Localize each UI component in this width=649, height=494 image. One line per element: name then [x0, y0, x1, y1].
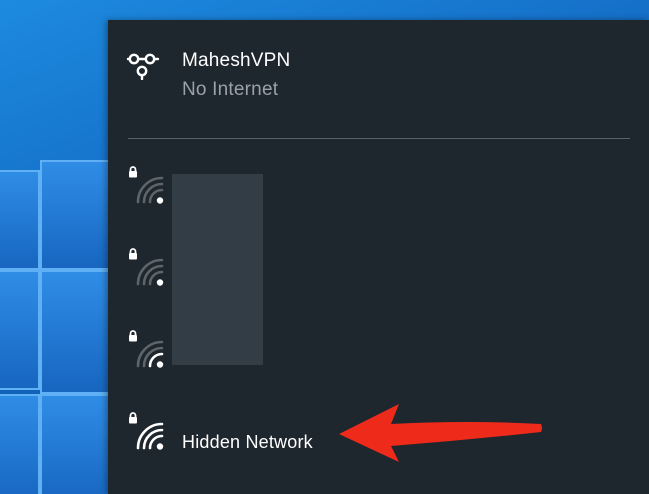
vpn-link-icon [126, 53, 160, 80]
wifi-network-item[interactable] [108, 246, 649, 326]
wifi-network-item[interactable] [108, 164, 649, 244]
network-name: Hidden Network [182, 432, 313, 452]
vpn-connection-item[interactable]: MaheshVPN No Internet [108, 46, 649, 116]
vpn-status: No Internet [182, 79, 279, 100]
wallpaper-pane [40, 394, 110, 494]
wifi-network-item[interactable] [108, 328, 649, 408]
section-divider [128, 138, 630, 139]
vpn-name: MaheshVPN [182, 50, 291, 71]
wallpaper-pane [0, 270, 40, 390]
wallpaper-pane [0, 170, 40, 270]
wallpaper-pane [40, 270, 110, 394]
wifi-secured-weak-icon [129, 166, 164, 204]
wifi-secured-weak-icon [129, 248, 164, 286]
wifi-secured-good-icon [129, 412, 164, 450]
wallpaper-pane [0, 394, 40, 494]
wifi-secured-fair-icon [129, 330, 164, 368]
wallpaper-pane [40, 160, 110, 270]
annotation-arrow [339, 404, 542, 462]
